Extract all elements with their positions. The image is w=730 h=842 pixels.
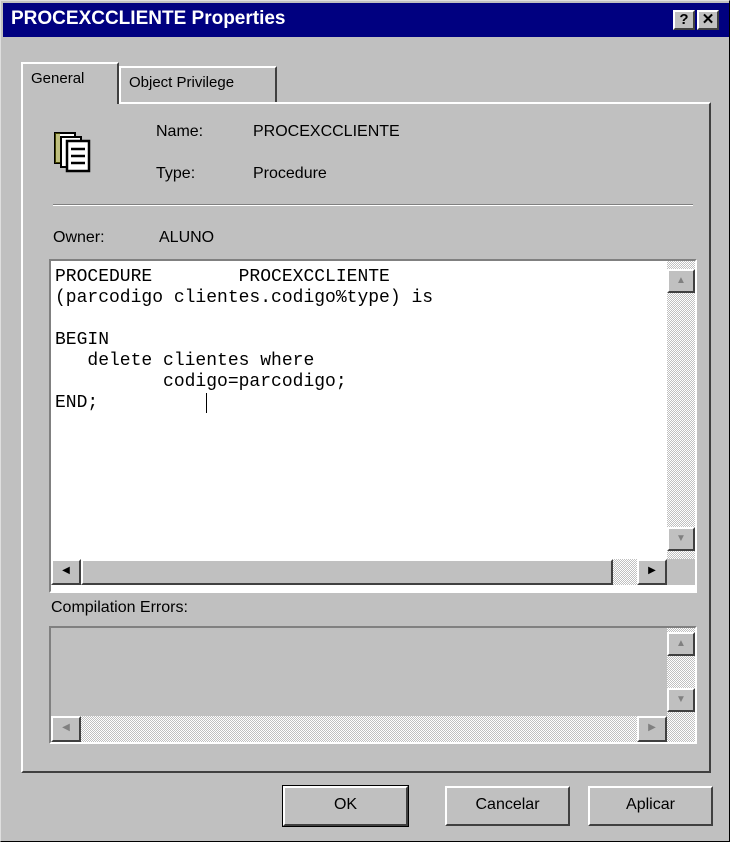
apply-button[interactable]: Aplicar (588, 786, 713, 826)
tab-object-privilege[interactable]: Object Privilege (119, 66, 277, 102)
scroll-corner (667, 559, 695, 585)
close-button[interactable]: ✕ (697, 10, 719, 30)
errors-scroll-up-button[interactable]: ▲ (667, 632, 695, 656)
cancel-button[interactable]: Cancelar (445, 786, 570, 826)
help-button[interactable]: ? (673, 10, 695, 30)
type-label: Type: (156, 165, 196, 182)
procedure-document-icon (54, 132, 91, 173)
tab-general-label: General (31, 70, 85, 87)
owner-label: Owner: (53, 229, 105, 246)
scroll-left-button[interactable]: ◀ (51, 559, 81, 585)
errors-horizontal-scrollbar[interactable]: ◀ ▶ (51, 716, 695, 742)
code-vertical-scrollbar[interactable]: ▲ ▼ (667, 261, 695, 567)
scroll-right-button[interactable]: ▶ (637, 559, 667, 585)
window-title: PROCEXCCLIENTE Properties (11, 8, 286, 29)
source-code-text[interactable]: PROCEDURE PROCEXCCLIENTE (parcodigo clie… (55, 267, 433, 414)
name-value: PROCEXCCLIENTE (253, 123, 400, 140)
properties-dialog: PROCEXCCLIENTE Properties ? ✕ General Ob… (0, 0, 730, 842)
source-code-editor[interactable]: PROCEDURE PROCEXCCLIENTE (parcodigo clie… (49, 259, 697, 593)
code-horizontal-scrollbar[interactable]: ◀ ▶ (51, 559, 667, 585)
type-value: Procedure (253, 165, 327, 182)
errors-scroll-left-button[interactable]: ◀ (51, 716, 81, 742)
errors-scroll-down-button[interactable]: ▼ (667, 688, 695, 712)
tab-general[interactable]: General (21, 62, 119, 104)
errors-vertical-scrollbar[interactable]: ▲ ▼ (667, 628, 695, 716)
ok-button[interactable]: OK (282, 785, 409, 827)
errors-scroll-right-button[interactable]: ▶ (637, 716, 667, 742)
tab-join (23, 101, 117, 105)
title-bar[interactable]: PROCEXCCLIENTE Properties ? ✕ (3, 3, 729, 37)
owner-value: ALUNO (159, 229, 215, 246)
compilation-errors-box[interactable]: ▲ ▼ ◀ ▶ (49, 626, 697, 744)
compilation-errors-label: Compilation Errors: (51, 599, 188, 616)
text-caret (206, 393, 207, 413)
tab-object-privilege-label: Object Privilege (129, 74, 235, 91)
name-label: Name: (156, 123, 204, 140)
scroll-up-button[interactable]: ▲ (667, 269, 695, 293)
scroll-down-button[interactable]: ▼ (667, 527, 695, 551)
horizontal-scroll-track[interactable] (613, 559, 637, 585)
separator (53, 204, 693, 206)
horizontal-scroll-thumb[interactable] (81, 559, 613, 585)
